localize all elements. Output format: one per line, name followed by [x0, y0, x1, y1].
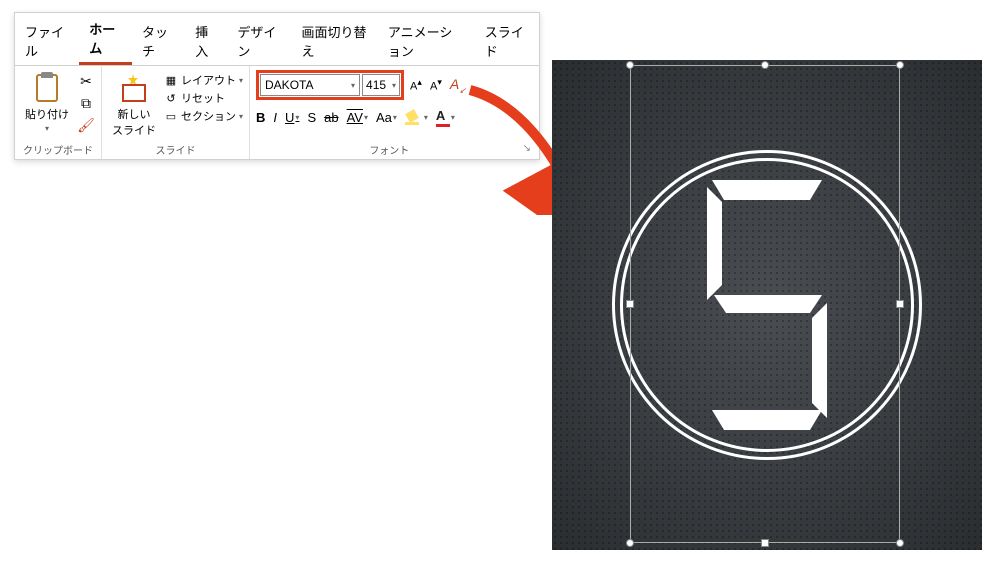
shadow-button[interactable]: S [307, 110, 316, 125]
tab-animation[interactable]: アニメーション [378, 16, 475, 65]
resize-handle[interactable] [896, 300, 904, 308]
chevron-down-icon: ▾ [351, 81, 355, 90]
resize-handle[interactable] [626, 61, 634, 69]
underline-button[interactable]: U▾ [285, 110, 299, 125]
slide-preview [552, 60, 982, 550]
strike-button[interactable]: ab [324, 110, 338, 125]
format-painter-icon[interactable]: 🖌 [77, 116, 95, 134]
paste-label: 貼り付け [25, 106, 69, 122]
font-size-input[interactable]: 415 ▾ [362, 74, 400, 96]
tab-touch[interactable]: タッチ [132, 16, 185, 65]
copy-icon[interactable]: ⧉ [77, 94, 95, 112]
new-slide-button[interactable]: 新しい スライド [108, 70, 160, 140]
dialog-launcher-icon[interactable]: ↘ [523, 143, 533, 154]
italic-button[interactable]: I [273, 110, 277, 125]
selection-box[interactable] [630, 65, 900, 543]
grow-font-button[interactable]: A▴ [408, 77, 424, 93]
reset-label: リセット [181, 90, 225, 106]
tab-design[interactable]: デザイン [227, 16, 291, 65]
section-icon: ▭ [164, 109, 178, 123]
paste-button[interactable]: 貼り付け ▾ [21, 70, 73, 135]
resize-handle[interactable] [896, 61, 904, 69]
resize-handle[interactable] [626, 300, 634, 308]
case-button[interactable]: Aa▾ [376, 110, 397, 125]
ribbon-tabs: ファイル ホーム タッチ 挿入 デザイン 画面切り替え アニメーション スライド [15, 13, 539, 66]
group-slides: 新しい スライド ▦レイアウト▾ ↺リセット ▭セクション▾ スライド [102, 66, 250, 159]
resize-handle[interactable] [761, 61, 769, 69]
cut-icon[interactable]: ✂ [77, 72, 95, 90]
shrink-font-button[interactable]: A▾ [428, 77, 444, 93]
chevron-down-icon: ▾ [45, 124, 49, 133]
font-color-icon: A [436, 108, 450, 127]
layout-icon: ▦ [164, 73, 178, 87]
group-clipboard: 貼り付け ▾ ✂ ⧉ 🖌 クリップボード [15, 66, 102, 159]
reset-button[interactable]: ↺リセット [164, 90, 243, 106]
group-label-slides: スライド [108, 140, 243, 157]
font-color-button[interactable]: A▾ [436, 108, 455, 127]
chevron-down-icon: ▾ [392, 81, 396, 90]
group-font: DAKOTA▾ 415▾ A▴ A▾ A↙ B I U▾ S ab AV▾ Aa… [250, 66, 539, 159]
highlight-icon [405, 111, 423, 125]
paste-icon [32, 72, 62, 104]
tab-file[interactable]: ファイル [15, 16, 79, 65]
tab-insert[interactable]: 挿入 [185, 16, 227, 65]
section-button[interactable]: ▭セクション▾ [164, 108, 243, 124]
new-slide-icon [119, 72, 149, 104]
font-name-value: DAKOTA [265, 78, 313, 92]
font-name-input[interactable]: DAKOTA ▾ [260, 74, 360, 96]
section-label: セクション [181, 108, 236, 124]
new-slide-label: 新しい スライド [112, 106, 156, 138]
reset-icon: ↺ [164, 91, 178, 105]
tab-transition[interactable]: 画面切り替え [292, 16, 378, 65]
font-size-value: 415 [366, 78, 386, 92]
resize-handle[interactable] [761, 539, 769, 547]
tab-slideshow[interactable]: スライド [475, 16, 539, 65]
resize-handle[interactable] [626, 539, 634, 547]
group-label-clipboard: クリップボード [21, 140, 95, 157]
layout-button[interactable]: ▦レイアウト▾ [164, 72, 243, 88]
ribbon: ファイル ホーム タッチ 挿入 デザイン 画面切り替え アニメーション スライド… [14, 12, 540, 160]
layout-label: レイアウト [181, 72, 236, 88]
clear-format-button[interactable]: A↙ [448, 76, 468, 95]
group-label-font: フォント [256, 140, 523, 157]
ribbon-body: 貼り付け ▾ ✂ ⧉ 🖌 クリップボード 新しい スライド [15, 66, 539, 159]
spacing-button[interactable]: AV▾ [347, 110, 368, 125]
font-highlight-box: DAKOTA ▾ 415 ▾ [256, 70, 404, 100]
bold-button[interactable]: B [256, 110, 265, 125]
tab-home[interactable]: ホーム [79, 13, 132, 65]
highlight-button[interactable]: ▾ [405, 111, 428, 125]
resize-handle[interactable] [896, 539, 904, 547]
